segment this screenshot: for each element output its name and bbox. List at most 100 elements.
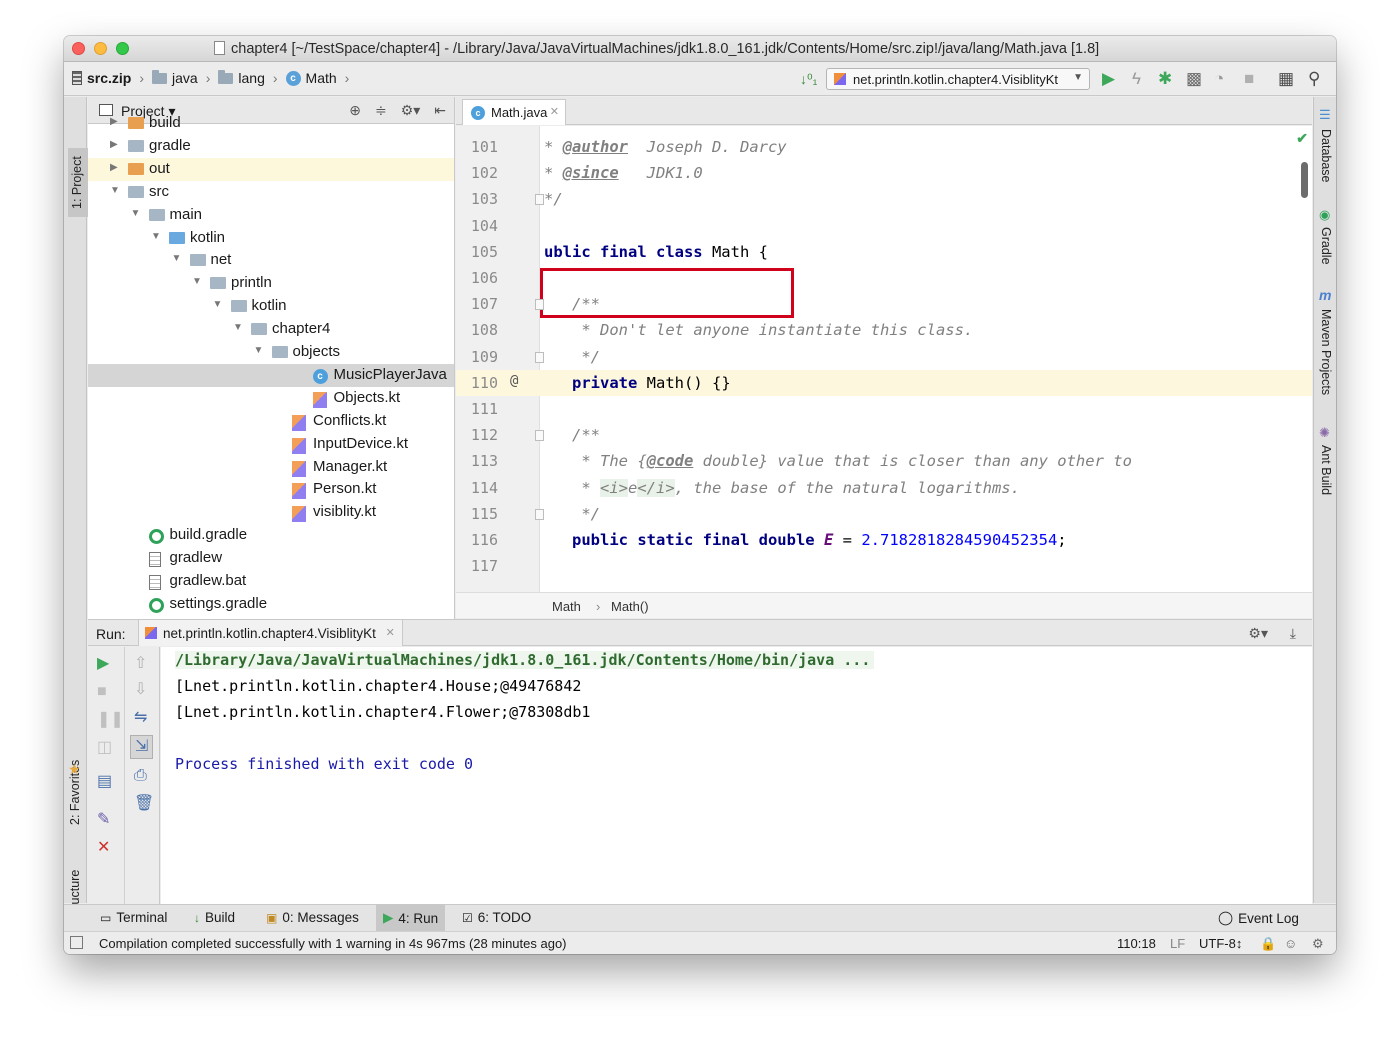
chevron-down-icon[interactable]: ▼ [192, 276, 202, 287]
code-editor[interactable]: 101 * @author Joseph D. Darcy 102 * @since … [456, 126, 1312, 592]
tree-item[interactable]: ▼ kotlin [88, 227, 454, 250]
gear-icon[interactable]: ⚙▾ [1248, 625, 1268, 642]
crumb-lang[interactable]: lang [218, 69, 265, 86]
fold-icon[interactable] [535, 299, 544, 311]
tree-item[interactable]: Person.kt [88, 478, 454, 501]
close-icon[interactable]: ✕ [97, 839, 110, 857]
soft-wrap-icon[interactable]: ⇋ [134, 709, 147, 727]
chevron-down-icon[interactable]: ▼ [254, 345, 264, 356]
override-marker-icon[interactable]: @ [510, 373, 518, 389]
arrow-down-icon[interactable]: ⇩ [134, 681, 147, 699]
tab-ant-build[interactable]: Ant Build [1319, 445, 1333, 495]
pause-icon[interactable]: ❚❚ [97, 711, 124, 729]
tab-run[interactable]: ▶ 4: Run [376, 905, 446, 931]
tab-terminal[interactable]: ▭ Terminal [100, 910, 167, 925]
scroll-to-end-icon[interactable]: ⇲ [130, 735, 154, 759]
tree-item[interactable]: InputDevice.kt [88, 433, 454, 456]
lightning-icon[interactable]: ϟ [1132, 70, 1141, 88]
stop-icon[interactable]: ■ [1244, 70, 1254, 88]
print-icon[interactable]: ⎙ [134, 767, 147, 785]
tree-item[interactable]: gradlew [88, 547, 454, 570]
chevron-down-icon[interactable]: ▼ [172, 253, 182, 264]
profiler-icon[interactable]: ◔ [1214, 70, 1224, 88]
tree-item[interactable]: ▼ src [88, 181, 454, 204]
tree-item[interactable]: ▶ gradle [88, 135, 454, 158]
rerun-icon[interactable]: ▶ [97, 655, 109, 673]
chevron-down-icon[interactable]: ▼ [151, 231, 161, 242]
tree-item[interactable]: ▼ println [88, 272, 454, 295]
tree-item[interactable]: ▼ kotlin [88, 295, 454, 318]
chevron-down-icon[interactable]: ▼ [110, 185, 120, 196]
line-separator[interactable]: LF [1170, 936, 1185, 951]
tree-item[interactable]: ▼ objects [88, 341, 454, 364]
crumb-src-zip[interactable]: src.zip [72, 70, 131, 86]
toggle-tool-windows-icon[interactable] [70, 936, 83, 949]
crumb-math[interactable]: c Math [285, 70, 337, 86]
fold-icon[interactable] [535, 430, 544, 442]
fold-icon[interactable] [535, 508, 544, 520]
tab-database[interactable]: Database [1319, 129, 1333, 183]
chevron-right-icon[interactable]: ▶ [110, 139, 118, 150]
run-toolbar: ▶ ■ ❚❚ ◫ ▤ ✎ ✕ ⇧ ⇩ ⇋ ⇲ ⎙ 🗑 [88, 647, 160, 904]
hide-panel-icon[interactable]: ⤓ [1290, 625, 1296, 642]
tree-item[interactable]: build.gradle [88, 524, 454, 547]
tree-item[interactable]: ▼ chapter4 [88, 318, 454, 341]
tree-item[interactable]: Conflicts.kt [88, 410, 454, 433]
tree-item[interactable]: visiblity.kt [88, 501, 454, 524]
project-structure-icon[interactable]: ▦ [1278, 70, 1294, 88]
build-project-icon[interactable]: ↓⁰₁ [800, 70, 817, 88]
fold-icon[interactable] [535, 351, 544, 363]
tree-item[interactable]: c MusicPlayerJava [88, 363, 454, 387]
tree-item[interactable]: settings.gradle [88, 593, 454, 616]
editor-scrollbar[interactable] [1301, 162, 1308, 198]
tree-item[interactable]: ▼ main [88, 204, 454, 227]
crumb-java[interactable]: java [152, 69, 198, 86]
tab-messages[interactable]: ▣ 0: Messages [266, 910, 359, 925]
debug-icon[interactable]: ✱ [1158, 70, 1172, 88]
tab-event-log[interactable]: ◯ Event Log [1218, 910, 1299, 926]
chevron-down-icon[interactable]: ▼ [213, 299, 223, 310]
chevron-right-icon[interactable]: ▶ [110, 162, 118, 173]
zoom-window-button[interactable] [116, 42, 129, 55]
tree-item[interactable]: gradlew.bat [88, 570, 454, 593]
close-window-button[interactable] [72, 42, 85, 55]
tree-item[interactable]: Manager.kt [88, 456, 454, 479]
inspector-icon[interactable]: ☺ [1284, 936, 1297, 951]
tab-todo[interactable]: ☑ 6: TODO [462, 910, 531, 925]
close-icon[interactable]: ✕ [386, 626, 395, 639]
gradle-icon [148, 529, 164, 545]
fold-icon[interactable] [535, 194, 544, 206]
trash-icon[interactable]: 🗑 [134, 795, 154, 813]
chevron-down-icon[interactable]: ▼ [233, 322, 243, 333]
tab-gradle[interactable]: Gradle [1319, 227, 1333, 265]
chevron-right-icon[interactable]: ▶ [110, 116, 118, 127]
crumb-class-math[interactable]: Math [552, 599, 581, 614]
layout-icon[interactable]: ▤ [97, 773, 112, 791]
chevron-down-icon[interactable]: ▼ [131, 208, 141, 219]
tab-build[interactable]: ↓ Build [194, 910, 235, 925]
settings-icon[interactable]: ⚙ [1312, 936, 1324, 952]
tree-item[interactable]: ▶ out [88, 157, 454, 181]
tree-item[interactable]: ▶ build [88, 112, 454, 135]
crumb-method-math[interactable]: Math() [611, 599, 649, 614]
arrow-up-icon[interactable]: ⇧ [134, 655, 147, 673]
search-icon[interactable]: ⚲ [1308, 70, 1320, 88]
tree-item[interactable]: ▼ net [88, 249, 454, 272]
run-console[interactable]: /Library/Java/JavaVirtualMachines/jdk1.8… [161, 647, 1312, 904]
run-icon[interactable]: ▶ [1102, 70, 1115, 88]
minimize-window-button[interactable] [94, 42, 107, 55]
lock-icon[interactable]: 🔒 [1260, 936, 1276, 952]
tab-project[interactable]: 1: Project [68, 148, 90, 217]
tree-item[interactable]: Objects.kt [88, 387, 454, 410]
run-configuration-select[interactable]: net.println.kotlin.chapter4.VisiblityKt … [826, 68, 1090, 90]
pin-icon[interactable]: ✎ [97, 811, 110, 829]
stop-icon[interactable]: ■ [97, 683, 107, 701]
caret-position[interactable]: 110:18 [1117, 936, 1156, 951]
close-icon[interactable]: ✕ [550, 105, 559, 118]
camera-icon[interactable]: ◫ [97, 739, 112, 757]
tab-math-java[interactable]: c Math.java ✕ [462, 99, 566, 125]
file-encoding[interactable]: UTF-8↕ [1199, 936, 1242, 951]
coverage-icon[interactable]: ▩ [1186, 70, 1202, 88]
run-tab[interactable]: net.println.kotlin.chapter4.VisiblityKt … [138, 620, 403, 646]
tab-maven[interactable]: Maven Projects [1319, 309, 1333, 395]
